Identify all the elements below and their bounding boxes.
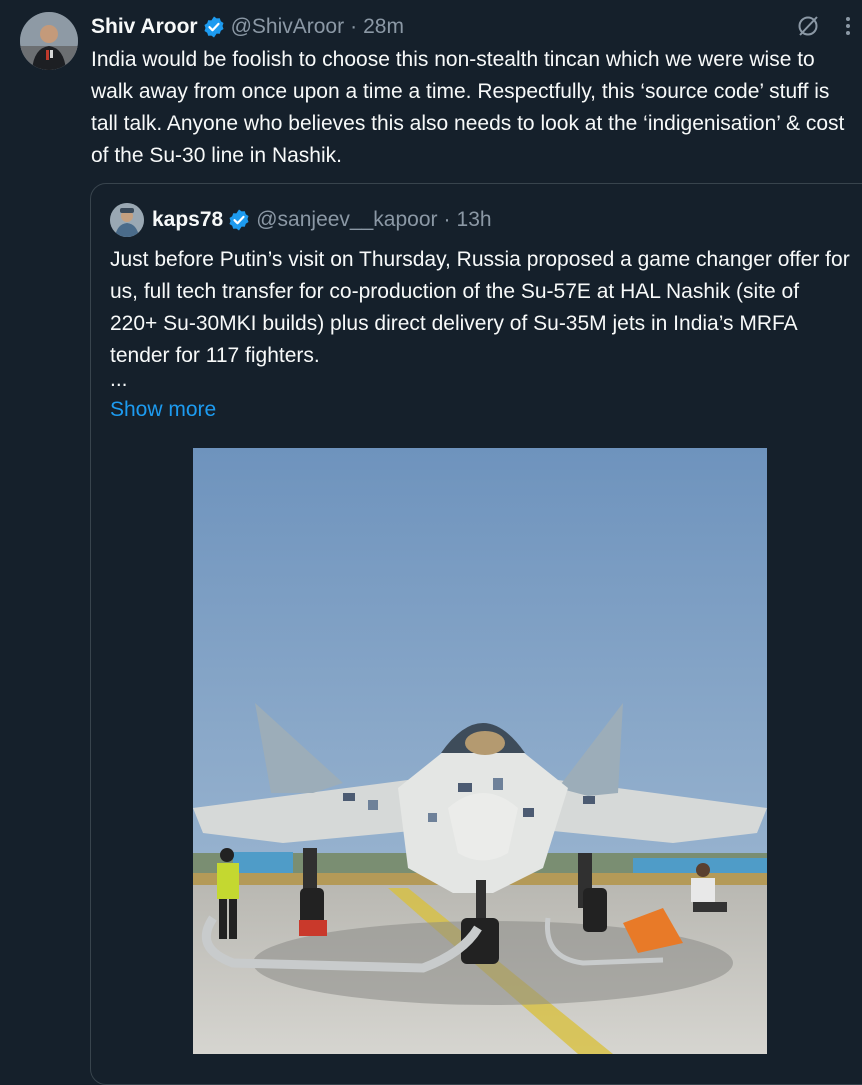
quoted-tweet-timestamp[interactable]: 13h (457, 208, 492, 232)
quoted-text-ellipsis: ... (110, 368, 128, 391)
more-options-icon[interactable] (834, 12, 862, 40)
tweet-header: Shiv Aroor @ShivAroor · 28m (91, 12, 404, 42)
quoted-author-name[interactable]: kaps78 (152, 208, 223, 232)
quoted-tweet-text: Just before Putin’s visit on Thursday, R… (110, 248, 850, 367)
author-avatar[interactable] (20, 12, 78, 70)
quoted-author-handle[interactable]: @sanjeev__kapoor (256, 208, 437, 232)
verified-badge-icon (202, 15, 226, 39)
quoted-tweet[interactable]: kaps78 @sanjeev__kapoor · 13h Just befor… (90, 183, 862, 1085)
tweet-actions-top (794, 12, 862, 40)
verified-badge-icon (227, 208, 251, 232)
separator-dot: · (443, 208, 451, 231)
author-name[interactable]: Shiv Aroor (91, 15, 198, 39)
author-handle[interactable]: @ShivAroor (231, 15, 345, 39)
quoted-author-avatar[interactable] (110, 203, 144, 237)
tweet-timestamp[interactable]: 28m (363, 15, 404, 39)
quoted-tweet-image[interactable] (193, 448, 767, 1054)
show-more-link[interactable]: Show more (110, 394, 216, 426)
separator-dot: · (350, 15, 358, 38)
grok-icon[interactable] (794, 12, 822, 40)
quoted-tweet-header: kaps78 @sanjeev__kapoor · 13h (110, 202, 492, 238)
tweet-text: India would be foolish to choose this no… (91, 48, 845, 167)
